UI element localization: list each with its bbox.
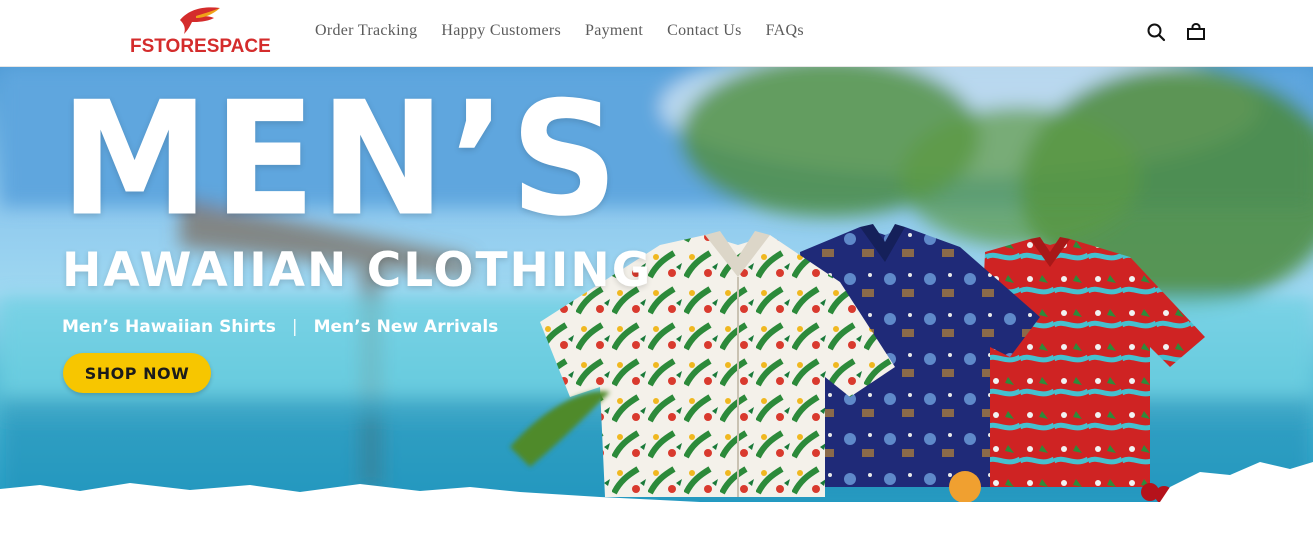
nav-order-tracking[interactable]: Order Tracking bbox=[315, 22, 417, 40]
logo-bird-icon bbox=[180, 7, 220, 34]
shop-now-button[interactable]: SHOP NOW bbox=[63, 353, 211, 393]
nav-happy-customers[interactable]: Happy Customers bbox=[441, 22, 561, 40]
link-separator: | bbox=[291, 317, 298, 337]
hero-subtitle: HAWAIIAN CLOTHING bbox=[62, 243, 653, 298]
nav-contact-us[interactable]: Contact Us bbox=[667, 22, 742, 40]
link-mens-new-arrivals[interactable]: Men’s New Arrivals bbox=[314, 317, 499, 337]
search-icon[interactable] bbox=[1146, 22, 1166, 42]
main-nav: Order Tracking Happy Customers Payment C… bbox=[315, 22, 828, 40]
link-mens-hawaiian-shirts[interactable]: Men’s Hawaiian Shirts bbox=[62, 317, 276, 337]
nav-faqs[interactable]: FAQs bbox=[766, 22, 804, 40]
nav-payment[interactable]: Payment bbox=[585, 22, 643, 40]
brand-logo[interactable]: FSTORESPACE bbox=[128, 6, 274, 58]
site-header: FSTORESPACE Order Tracking Happy Custome… bbox=[0, 0, 1313, 67]
hero-links: Men’s Hawaiian Shirts | Men’s New Arriva… bbox=[62, 317, 498, 337]
brand-name: FSTORESPACE bbox=[130, 36, 271, 57]
shopping-bag-icon[interactable] bbox=[1186, 22, 1206, 42]
hero-banner[interactable]: MEN’S HAWAIIAN CLOTHING Men’s Hawaiian S… bbox=[0, 67, 1313, 502]
hero-title: MEN’S bbox=[60, 68, 623, 252]
